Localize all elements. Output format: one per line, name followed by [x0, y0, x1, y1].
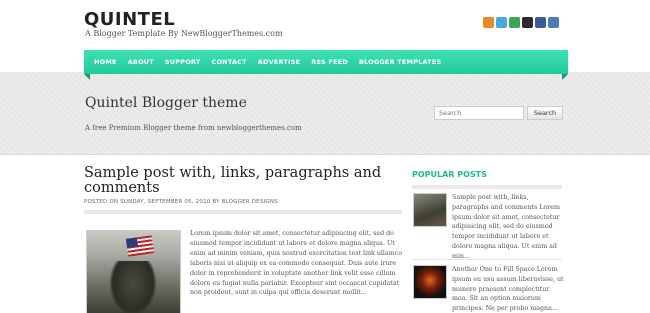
popular-post-separator: [412, 259, 562, 260]
popular-post-item[interactable]: Another One to Fill Space Lorem ipsum eu…: [452, 265, 564, 313]
popular-post-thumbnail[interactable]: [413, 265, 447, 299]
delicious-icon[interactable]: [522, 17, 533, 28]
search-input[interactable]: [434, 106, 524, 120]
main-nav: HOME ABOUT SUPPORT CONTACT ADVERTISE RSS…: [84, 50, 568, 74]
post-title[interactable]: Sample post with, links, paragraphs and …: [84, 166, 384, 196]
soldier-graphic: [109, 261, 157, 313]
nav-item-advertise[interactable]: ADVERTISE: [258, 58, 300, 66]
nav-item-support[interactable]: SUPPORT: [165, 58, 201, 66]
flag-graphic: [125, 235, 155, 257]
site-description: A Blogger Template By NewBloggerThemes.c…: [85, 29, 283, 38]
popular-posts-title: POPULAR POSTS: [412, 170, 487, 179]
site-header: QUINTEL A Blogger Template By NewBlogger…: [0, 0, 650, 48]
social-icons: [483, 17, 559, 28]
nav-item-home[interactable]: HOME: [94, 58, 117, 66]
facebook-icon[interactable]: [535, 17, 546, 28]
nav-item-rss-feed[interactable]: RSS FEED: [311, 58, 348, 66]
nav-fold-right: [562, 74, 568, 80]
popular-post-item[interactable]: Sample post with, links, paragraphs and …: [452, 193, 564, 262]
blog-title: Quintel Blogger theme: [85, 95, 247, 111]
digg-icon[interactable]: [548, 17, 559, 28]
post-meta: POSTED ON SUNDAY, SEPTEMBER 05, 2010 BY …: [84, 199, 402, 214]
nav-fold-left: [84, 74, 90, 80]
rss-icon[interactable]: [483, 17, 494, 28]
twitter-icon[interactable]: [496, 17, 507, 28]
stumbleupon-icon[interactable]: [509, 17, 520, 28]
popular-post-thumbnail[interactable]: [413, 193, 447, 227]
sidebar-divider: [412, 185, 562, 189]
nav-item-contact[interactable]: CONTACT: [211, 58, 246, 66]
post-image[interactable]: [86, 230, 181, 313]
nav-item-blogger-templates[interactable]: BLOGGER TEMPLATES: [359, 58, 442, 66]
search-button[interactable]: Search: [527, 106, 563, 120]
blog-subtitle: A free Premium Blogger theme from newblo…: [85, 124, 302, 132]
nav-item-about[interactable]: ABOUT: [128, 58, 154, 66]
post-excerpt: Lorem ipsum dolor sit amet, consectetur …: [190, 230, 402, 297]
site-title[interactable]: QUINTEL: [84, 9, 175, 30]
